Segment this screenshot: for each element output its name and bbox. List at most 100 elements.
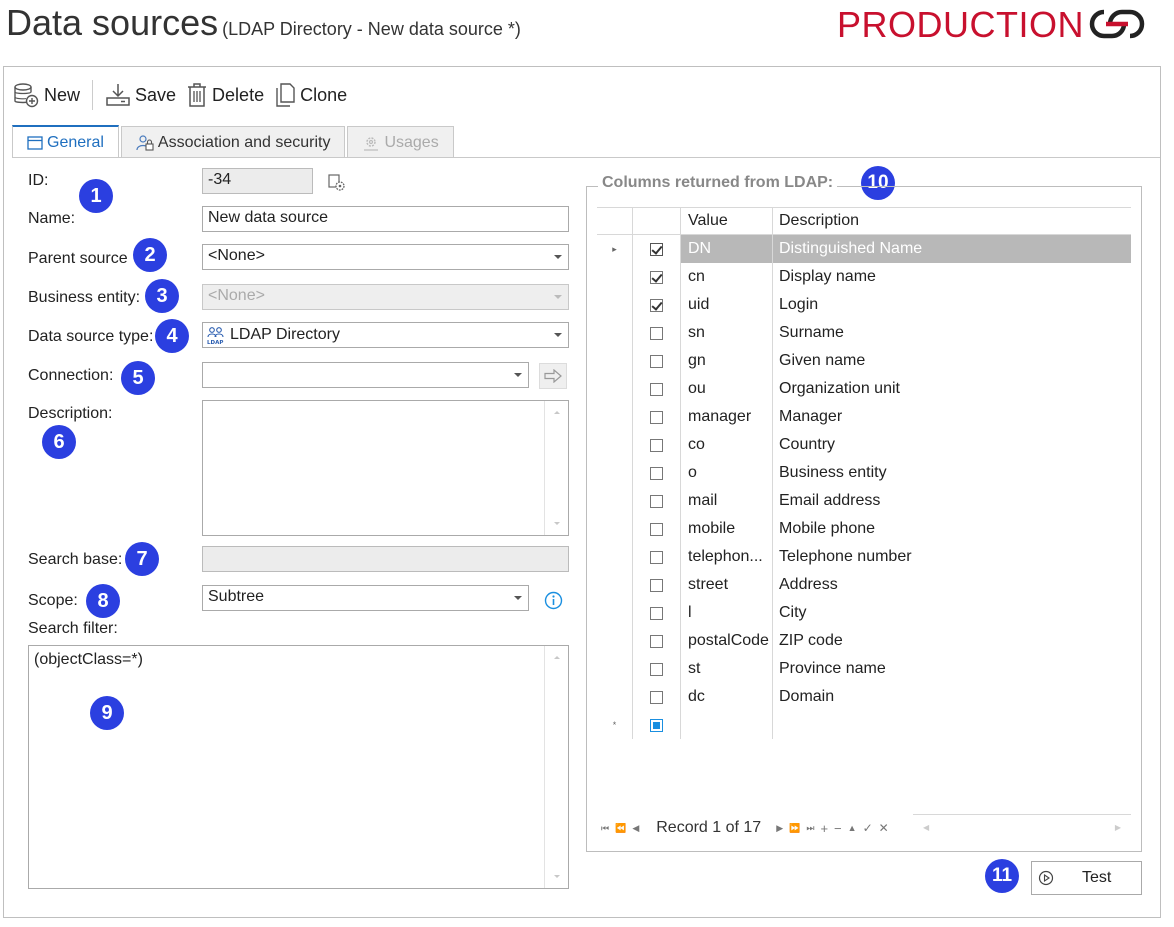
row-checkbox-cell[interactable] xyxy=(633,375,681,403)
row-description[interactable]: Organization unit xyxy=(773,375,1131,403)
checkbox-unchecked-icon[interactable] xyxy=(650,606,663,620)
row-description[interactable]: Province name xyxy=(773,655,1131,683)
checkbox-unchecked-icon[interactable] xyxy=(650,354,663,368)
row-value[interactable]: postalCode xyxy=(681,627,773,655)
row-description[interactable]: Mobile phone xyxy=(773,515,1131,543)
row-checkbox-cell[interactable] xyxy=(633,459,681,487)
delete-button[interactable]: Delete xyxy=(186,79,264,111)
row-checkbox-cell[interactable] xyxy=(633,291,681,319)
first-record-icon[interactable]: ⏮ xyxy=(601,823,609,834)
table-row[interactable]: sn Surname xyxy=(597,319,1131,347)
end-edit-icon[interactable]: ✓ xyxy=(863,821,873,835)
table-row[interactable]: cn Display name xyxy=(597,263,1131,291)
table-row[interactable]: ▸ DN Distinguished Name xyxy=(597,235,1131,263)
new-button[interactable]: New xyxy=(12,79,80,111)
row-value[interactable]: mail xyxy=(681,487,773,515)
checkbox-unchecked-icon[interactable] xyxy=(650,410,663,424)
row-value[interactable]: o xyxy=(681,459,773,487)
info-icon[interactable] xyxy=(544,591,563,610)
save-button[interactable]: Save xyxy=(105,79,176,111)
new-row-checkbox[interactable] xyxy=(633,711,681,739)
row-description[interactable]: Telephone number xyxy=(773,543,1131,571)
grid-header-description[interactable]: Description xyxy=(773,208,1131,234)
checkbox-checked-icon[interactable] xyxy=(650,298,663,312)
scope-dropdown[interactable]: Subtree xyxy=(202,585,529,611)
row-checkbox-cell[interactable] xyxy=(633,347,681,375)
parent-source-dropdown[interactable]: <None> xyxy=(202,244,569,270)
row-value[interactable]: co xyxy=(681,431,773,459)
row-checkbox-cell[interactable] xyxy=(633,683,681,711)
row-checkbox-cell[interactable] xyxy=(633,431,681,459)
tab-general[interactable]: General xyxy=(12,125,119,158)
data-source-type-dropdown[interactable]: LDAP LDAP Directory xyxy=(202,322,569,348)
new-row-description[interactable] xyxy=(773,711,1131,739)
checkbox-unchecked-icon[interactable] xyxy=(650,662,663,676)
new-row-value[interactable] xyxy=(681,711,773,739)
checkbox-unchecked-icon[interactable] xyxy=(650,550,663,564)
row-value[interactable]: sn xyxy=(681,319,773,347)
description-scrollbar[interactable] xyxy=(544,401,568,535)
row-description[interactable]: ZIP code xyxy=(773,627,1131,655)
table-row[interactable]: ou Organization unit xyxy=(597,375,1131,403)
table-row[interactable]: dc Domain xyxy=(597,683,1131,711)
row-description[interactable]: Manager xyxy=(773,403,1131,431)
grid-header-value[interactable]: Value xyxy=(681,208,773,234)
row-description[interactable]: Surname xyxy=(773,319,1131,347)
checkbox-unchecked-icon[interactable] xyxy=(650,690,663,704)
table-row[interactable]: postalCode ZIP code xyxy=(597,627,1131,655)
row-checkbox-cell[interactable] xyxy=(633,599,681,627)
checkbox-unchecked-icon[interactable] xyxy=(650,634,663,648)
tab-usages[interactable]: Usages xyxy=(347,126,454,158)
remove-icon[interactable]: − xyxy=(834,821,842,836)
grid-new-row[interactable]: * xyxy=(597,711,1131,739)
checkbox-unchecked-icon[interactable] xyxy=(650,466,663,480)
table-row[interactable]: o Business entity xyxy=(597,459,1131,487)
table-row[interactable]: telephon... Telephone number xyxy=(597,543,1131,571)
checkbox-checked-icon[interactable] xyxy=(650,270,663,284)
search-filter-textarea[interactable]: (objectClass=*) xyxy=(28,645,569,889)
name-field[interactable]: New data source xyxy=(202,206,569,232)
grid-horizontal-scrollbar[interactable]: ◀ ▶ xyxy=(913,814,1131,842)
clone-button[interactable]: Clone xyxy=(274,79,347,111)
table-row[interactable]: l City xyxy=(597,599,1131,627)
row-checkbox-cell[interactable] xyxy=(633,263,681,291)
append-icon[interactable]: + xyxy=(820,821,828,836)
checkbox-checked-icon[interactable] xyxy=(650,242,663,256)
row-description[interactable]: Given name xyxy=(773,347,1131,375)
row-value[interactable]: mobile xyxy=(681,515,773,543)
table-row[interactable]: co Country xyxy=(597,431,1131,459)
row-checkbox-cell[interactable] xyxy=(633,515,681,543)
row-description[interactable]: Email address xyxy=(773,487,1131,515)
next-record-icon[interactable]: ▶ xyxy=(776,823,783,834)
prev-record-icon[interactable]: ◀ xyxy=(632,823,639,834)
next-page-icon[interactable]: ⏩ xyxy=(789,823,800,834)
row-description[interactable]: City xyxy=(773,599,1131,627)
table-row[interactable]: st Province name xyxy=(597,655,1131,683)
row-checkbox-cell[interactable] xyxy=(633,403,681,431)
last-record-icon[interactable]: ⏭ xyxy=(806,823,814,834)
row-value[interactable]: ou xyxy=(681,375,773,403)
row-value[interactable]: gn xyxy=(681,347,773,375)
checkbox-unchecked-icon[interactable] xyxy=(650,382,663,396)
row-checkbox-cell[interactable] xyxy=(633,571,681,599)
business-entity-dropdown[interactable]: <None> xyxy=(202,284,569,310)
edit-icon[interactable]: ▲ xyxy=(848,823,857,833)
row-description[interactable]: Distinguished Name xyxy=(773,235,1131,263)
row-checkbox-cell[interactable] xyxy=(633,627,681,655)
row-description[interactable]: Address xyxy=(773,571,1131,599)
table-row[interactable]: mobile Mobile phone xyxy=(597,515,1131,543)
row-checkbox-cell[interactable] xyxy=(633,655,681,683)
search-filter-scrollbar[interactable] xyxy=(544,646,568,888)
table-row[interactable]: mail Email address xyxy=(597,487,1131,515)
row-value[interactable]: dc xyxy=(681,683,773,711)
scroll-right-icon[interactable]: ▶ xyxy=(1115,823,1121,832)
row-description[interactable]: Domain xyxy=(773,683,1131,711)
row-value[interactable]: cn xyxy=(681,263,773,291)
table-row[interactable]: street Address xyxy=(597,571,1131,599)
row-value[interactable]: l xyxy=(681,599,773,627)
description-textarea[interactable] xyxy=(202,400,569,536)
row-checkbox-cell[interactable] xyxy=(633,487,681,515)
row-value[interactable]: telephon... xyxy=(681,543,773,571)
table-row[interactable]: manager Manager xyxy=(597,403,1131,431)
row-checkbox-cell[interactable] xyxy=(633,235,681,263)
